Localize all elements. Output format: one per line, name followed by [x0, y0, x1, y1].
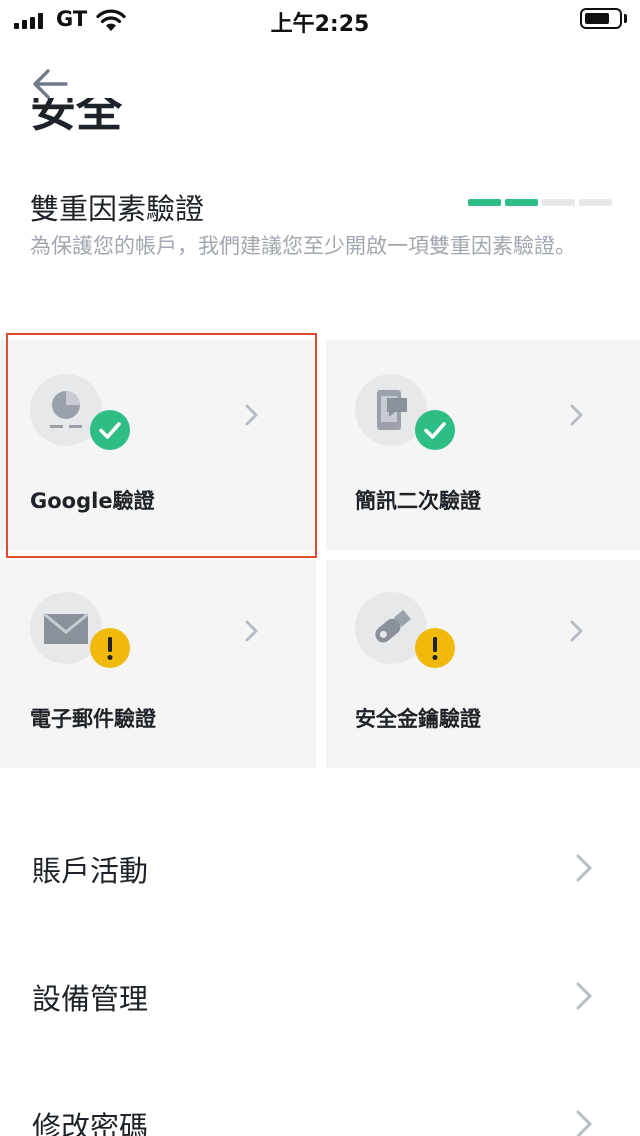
email-auth-card[interactable]: 電子郵件驗證: [0, 560, 316, 768]
chevron-right-icon: [576, 982, 592, 1010]
security-screen: GT 上午2:25 安全 雙重因素驗證 為保護您的帳戶，我們建議您至少開啟一項雙…: [0, 0, 640, 1136]
chevron-right-icon: [570, 620, 583, 642]
card-label: 安全金鑰驗證: [355, 707, 481, 731]
battery-fill: [585, 13, 609, 24]
battery-icon: [580, 8, 622, 29]
strength-segment: [468, 199, 501, 206]
card-label: 簡訊二次驗證: [355, 489, 481, 513]
battery-cap: [624, 14, 627, 23]
exclamation-icon: [90, 628, 130, 668]
check-icon: [415, 410, 455, 450]
strength-segment: [579, 199, 612, 206]
chevron-right-icon: [576, 1110, 592, 1136]
exclamation-icon: [415, 628, 455, 668]
sms-auth-card[interactable]: 簡訊二次驗證: [326, 340, 640, 550]
two-factor-description: 為保護您的帳戶，我們建議您至少開啟一項雙重因素驗證。: [30, 234, 576, 258]
chevron-right-icon: [245, 404, 258, 426]
status-bar: GT 上午2:25: [0, 0, 640, 44]
list-item-label: 設備管理: [32, 982, 149, 1016]
chevron-right-icon: [576, 854, 592, 882]
chevron-right-icon: [245, 620, 258, 642]
list-item-label: 修改密碼: [32, 1110, 149, 1136]
security-strength-bar: [468, 199, 612, 206]
chevron-right-icon: [570, 404, 583, 426]
two-factor-title: 雙重因素驗證: [30, 192, 205, 226]
strength-segment: [505, 199, 538, 206]
strength-segment: [542, 199, 575, 206]
card-label: Google驗證: [30, 489, 155, 513]
list-item-label: 賬戶活動: [32, 854, 149, 888]
list-item-change-password[interactable]: 修改密碼: [0, 1074, 640, 1136]
list-item-device-management[interactable]: 設備管理: [0, 946, 640, 1046]
google-auth-card[interactable]: Google驗證: [0, 340, 316, 550]
check-icon: [90, 410, 130, 450]
card-label: 電子郵件驗證: [30, 707, 156, 731]
list-item-account-activity[interactable]: 賬戶活動: [0, 818, 640, 918]
page-title: 安全: [30, 98, 122, 132]
security-key-card[interactable]: 安全金鑰驗證: [326, 560, 640, 768]
status-time: 上午2:25: [270, 12, 370, 37]
